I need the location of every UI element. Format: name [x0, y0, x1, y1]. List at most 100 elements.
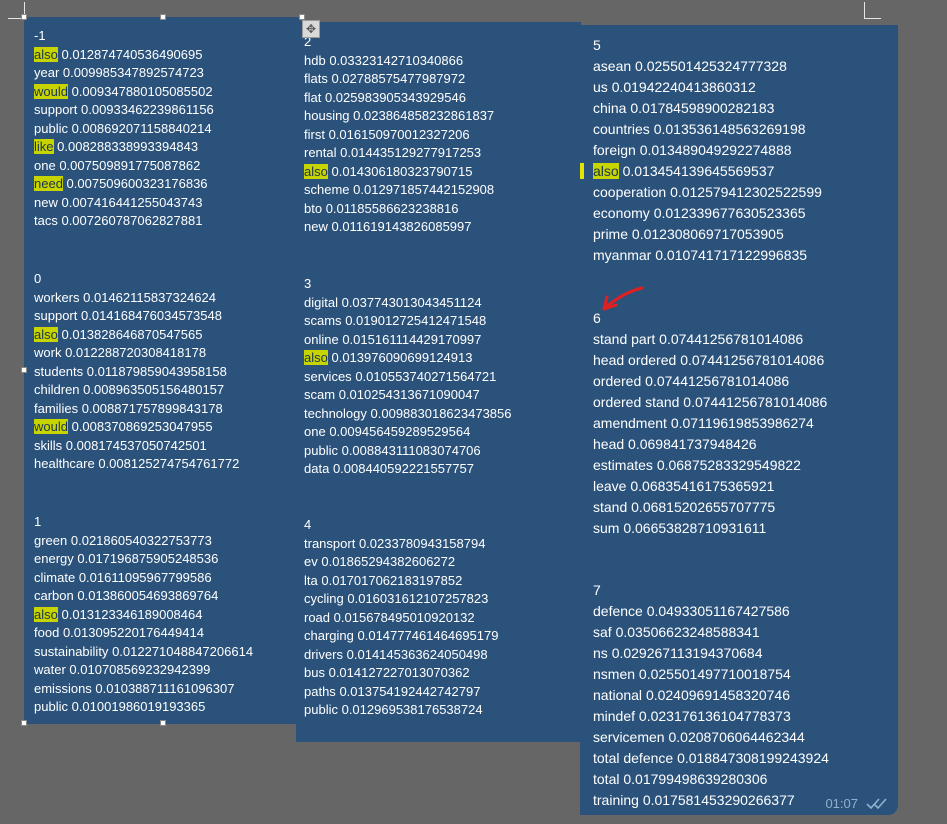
topic-id: 0 — [34, 271, 42, 286]
topic-term-row: economy 0.012339677630523365 — [593, 203, 822, 224]
term-word: would — [34, 419, 68, 434]
term-weight: 0.016150970012327206 — [328, 126, 470, 142]
term-weight: 0.06815202655707775 — [631, 499, 776, 515]
term-weight: 0.012308069717053905 — [631, 226, 784, 242]
term-word: head ordered — [593, 352, 677, 368]
term-word: ns — [593, 645, 608, 661]
term-word: servicemen — [593, 729, 665, 745]
term-weight: 0.012971857442152908 — [353, 182, 495, 197]
term-weight: 0.014435129277917253 — [340, 145, 482, 160]
term-weight: 0.013860054693869764 — [77, 588, 219, 603]
term-word: public — [34, 699, 68, 714]
term-word: sustainability — [34, 643, 109, 659]
topic-term-row: also 0.014306180323790715 — [304, 163, 494, 182]
topic-term-row: families 0.008871757899843178 — [34, 400, 239, 419]
topic-term-row: students 0.011879859043958158 — [34, 363, 239, 382]
term-weight: 0.009347880105085502 — [71, 83, 213, 99]
topic-term-row: leave 0.06835416175365921 — [593, 476, 827, 497]
term-word: first — [304, 126, 325, 142]
term-word: technology — [304, 405, 367, 421]
term-word: myanmar — [593, 247, 652, 263]
topic-group: 6 stand part 0.07441256781014086 head ord… — [593, 308, 827, 539]
term-word: tacs — [34, 213, 58, 228]
topic-term-row: estimates 0.06875283329549822 — [593, 455, 827, 476]
term-word: sum — [593, 520, 620, 536]
resize-handle[interactable] — [160, 14, 166, 20]
topic-term-row: support 0.00933462239861156 — [34, 101, 214, 120]
topic-panel-middle: 2 hdb 0.03323142710340866 flats 0.0278857… — [296, 22, 581, 742]
topic-group: 0 workers 0.01462115837324624 support 0.0… — [34, 270, 239, 474]
topic-term-row: bto 0.01185586623238816 — [304, 200, 494, 219]
term-word: head — [593, 436, 625, 452]
topic-term-row: also 0.012874740536490695 — [34, 46, 214, 65]
term-word: energy — [34, 551, 74, 566]
term-word: data — [304, 461, 330, 476]
term-weight: 0.009456459289529564 — [329, 424, 471, 439]
term-word: countries — [593, 121, 650, 137]
resize-handle[interactable] — [160, 720, 166, 726]
term-weight: 0.008871757899843178 — [81, 400, 223, 416]
topic-term-row: stand part 0.07441256781014086 — [593, 329, 827, 350]
topic-term-row: first 0.016150970012327206 — [304, 126, 494, 145]
topic-term-row: new 0.007416441255043743 — [34, 194, 214, 213]
term-weight: 0.016031612107257823 — [347, 591, 489, 606]
resize-handle[interactable] — [21, 14, 27, 20]
topic-term-row: ordered stand 0.07441256781014086 — [593, 392, 827, 413]
term-word: foreign — [593, 142, 636, 158]
term-word: green — [34, 532, 68, 548]
topic-term-row: head 0.069841737948426 — [593, 434, 827, 455]
term-weight: 0.015678495010920132 — [333, 609, 475, 625]
topic-term-row: training 0.017581453290266377 — [593, 790, 829, 811]
topic-term-row: transport 0.0233780943158794 — [304, 535, 498, 554]
term-word: total defence — [593, 750, 674, 766]
topic-term-row: mindef 0.023176136104778373 — [593, 706, 829, 727]
term-weight: 0.008125274754761772 — [98, 456, 240, 471]
term-word: rental — [304, 145, 337, 160]
term-weight: 0.013454139645569537 — [622, 163, 775, 179]
topic-term-row: housing 0.023864858232861837 — [304, 107, 494, 126]
topic-term-row: skills 0.008174537050742501 — [34, 437, 239, 456]
topic-term-row: scams 0.019012725412471548 — [304, 312, 512, 331]
term-word: also — [34, 326, 58, 342]
term-weight: 0.037743013043451124 — [341, 294, 482, 310]
term-weight: 0.01799498639280306 — [623, 771, 768, 787]
term-word: year — [34, 65, 60, 80]
topic-term-row: year 0.009985347892574723 — [34, 64, 214, 83]
term-weight: 0.03506623248588341 — [615, 624, 760, 640]
resize-handle[interactable] — [21, 720, 27, 726]
resize-handle[interactable] — [21, 367, 27, 373]
term-weight: 0.069841737948426 — [628, 436, 757, 452]
term-weight: 0.01462115837324624 — [83, 289, 216, 305]
term-weight: 0.010388711161096307 — [95, 680, 235, 696]
term-word: need — [34, 176, 63, 191]
topic-term-row: sustainability 0.012271048847206614 — [34, 643, 253, 662]
topic-term-row: nsmen 0.025501497710018754 — [593, 664, 829, 685]
term-weight: 0.06875283329549822 — [656, 457, 801, 473]
topic-id: -1 — [34, 28, 46, 43]
term-weight: 0.012579412302522599 — [670, 184, 822, 200]
topic-term-row: asean 0.025501425324777328 — [593, 56, 822, 77]
term-weight: 0.01611095967799586 — [78, 569, 212, 585]
topic-term-row: work 0.012288720308418178 — [34, 344, 239, 363]
topic-id: 5 — [593, 37, 601, 53]
topic-term-row: stand 0.06815202655707775 — [593, 497, 827, 518]
topic-group: 4 transport 0.0233780943158794 ev 0.01865… — [304, 516, 498, 720]
topic-term-row: new 0.011619143826085997 — [304, 218, 494, 237]
topic-term-row: ev 0.01865294382606272 — [304, 553, 498, 572]
topic-term-row: like 0.008288338993394843 — [34, 138, 214, 157]
term-weight: 0.023176136104778373 — [638, 708, 791, 724]
move-icon[interactable]: ✥ — [302, 20, 320, 38]
topic-id: 4 — [304, 517, 312, 532]
term-weight: 0.010553740271564721 — [355, 368, 497, 384]
topic-term-row: sum 0.06653828710931611 — [593, 518, 827, 539]
topic-term-row: workers 0.01462115837324624 — [34, 289, 239, 308]
term-word: support — [34, 308, 78, 323]
term-weight: 0.06835416175365921 — [630, 478, 775, 494]
term-word: ev — [304, 554, 318, 569]
term-weight: 0.017196875905248536 — [77, 551, 219, 566]
topic-term-row: ns 0.029267113194370684 — [593, 643, 829, 664]
topic-term-row: bus 0.014127227013070362 — [304, 664, 498, 683]
term-word: also — [304, 163, 328, 179]
term-word: charging — [304, 628, 354, 643]
term-word: scams — [304, 313, 342, 328]
